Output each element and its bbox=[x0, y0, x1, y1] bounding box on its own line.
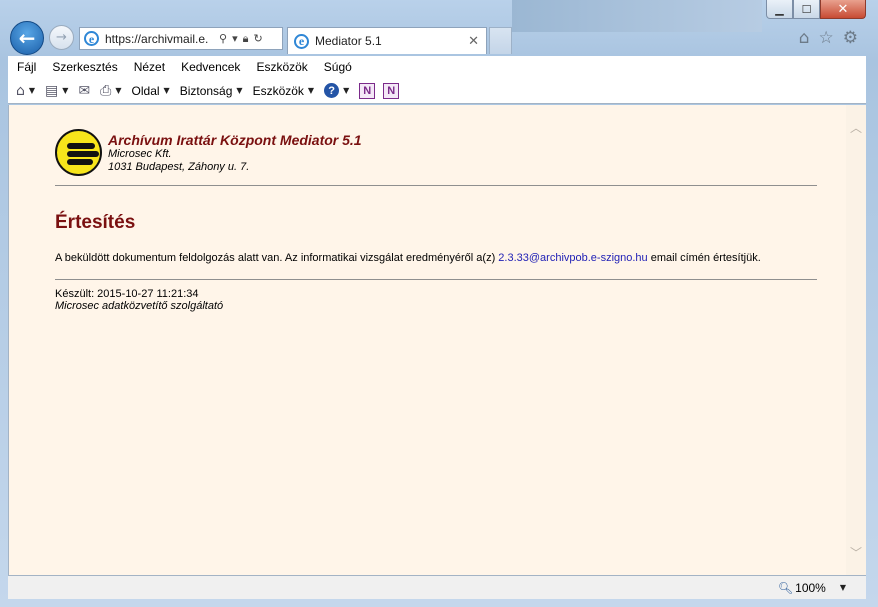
lock-icon[interactable]: 🔒︎ bbox=[243, 32, 249, 46]
safety-menu-label: Biztonság bbox=[179, 83, 233, 98]
microsec-logo bbox=[55, 129, 102, 176]
menu-view[interactable]: Nézet bbox=[126, 60, 173, 74]
address-bar[interactable]: e https://archivmail.e. ⚲ ▾ 🔒︎ ↻ bbox=[79, 27, 283, 50]
caret-icon: ▼ bbox=[343, 86, 350, 95]
help-icon: ? bbox=[324, 83, 340, 98]
menu-edit[interactable]: Szerkesztés bbox=[44, 60, 125, 74]
rss-icon: ▤ bbox=[45, 82, 59, 99]
browser-right-icons: ⌂ ☆ ⚙ bbox=[799, 28, 858, 48]
scroll-up-icon[interactable]: ︿ bbox=[850, 119, 862, 136]
header-text: Archívum Irattár Központ Mediator 5.1 Mi… bbox=[108, 129, 362, 174]
email-link[interactable]: 2.3.33@archivpob.e-szigno.hu bbox=[498, 252, 647, 264]
refresh-icon[interactable]: ↻ bbox=[253, 32, 262, 46]
search-icon[interactable]: ⚲ bbox=[219, 32, 227, 46]
company-address: 1031 Budapest, Záhony u. 7. bbox=[108, 161, 250, 173]
onenote-linked-icon[interactable]: N bbox=[383, 82, 400, 99]
zoom-icon: 🔍︎ bbox=[777, 580, 794, 595]
caret-icon: ▼ bbox=[236, 86, 243, 95]
menu-file[interactable]: Fájl bbox=[9, 60, 44, 74]
menu-bar: Fájl Szerkesztés Nézet Kedvencek Eszközö… bbox=[8, 56, 866, 78]
tab-favicon-icon: e bbox=[294, 33, 309, 49]
address-bar-icons: ⚲ ▾ 🔒︎ ↻ bbox=[219, 32, 263, 46]
message-text: A beküldött dokumentum feldolgozás alatt… bbox=[55, 252, 499, 264]
divider bbox=[55, 185, 817, 186]
company-name: Microsec Kft. bbox=[108, 148, 172, 160]
printer-icon: ⎙ bbox=[100, 82, 112, 99]
star-icon[interactable]: ☆ bbox=[819, 28, 834, 48]
page-menu[interactable]: Oldal ▼ bbox=[132, 84, 170, 98]
onenote-icon[interactable]: N bbox=[359, 82, 376, 99]
page-menu-label: Oldal bbox=[131, 83, 160, 98]
caret-icon: ▼ bbox=[839, 583, 846, 592]
divider bbox=[55, 279, 817, 280]
desktop-background bbox=[512, 0, 762, 32]
print-command[interactable]: ⎙ ▼ bbox=[100, 83, 121, 99]
tools-menu[interactable]: Eszközök ▼ bbox=[253, 84, 315, 98]
zoom-level: 100% bbox=[795, 580, 826, 595]
gear-icon[interactable]: ⚙ bbox=[843, 28, 858, 48]
page-content: Archívum Irattár Központ Mediator 5.1 Mi… bbox=[55, 129, 817, 312]
mail-icon: ✉ bbox=[78, 82, 91, 99]
vertical-scrollbar[interactable]: ︿ ﹀ bbox=[846, 105, 866, 575]
zoom-control[interactable]: 🔍︎ 100% ▼ bbox=[778, 581, 846, 595]
tab-mediator[interactable]: e Mediator 5.1 ✕ bbox=[287, 27, 487, 54]
url-text[interactable]: https://archivmail.e. bbox=[105, 32, 215, 46]
menu-favorites[interactable]: Kedvencek bbox=[173, 60, 248, 74]
page-title: Értesítés bbox=[55, 212, 136, 233]
tab-title: Mediator 5.1 bbox=[315, 34, 382, 48]
caret-icon: ▼ bbox=[62, 86, 69, 95]
tools-menu-label: Eszközök bbox=[252, 83, 304, 98]
new-tab-button[interactable] bbox=[489, 27, 512, 54]
menu-tools[interactable]: Eszközök bbox=[248, 60, 315, 74]
command-bar: ⌂ ▼ ▤ ▼ ✉ ⎙ ▼ Oldal ▼ Biztonság ▼ Eszközök ▼ ?… bbox=[8, 78, 866, 104]
home-icon[interactable]: ⌂ bbox=[799, 28, 810, 48]
close-button[interactable]: ✕ bbox=[820, 0, 866, 19]
title-bar: ▁ ☐ ✕ ← → e https://archivmail.e. ⚲ ▾ 🔒︎… bbox=[0, 0, 878, 56]
caret-icon: ▼ bbox=[163, 86, 170, 95]
minimize-button[interactable]: ▁ bbox=[766, 0, 793, 19]
window-controls: ▁ ☐ ✕ bbox=[766, 0, 866, 19]
home-icon: ⌂ bbox=[16, 82, 25, 99]
help-command[interactable]: ? ▼ bbox=[324, 83, 349, 98]
forward-arrow-icon: → bbox=[56, 30, 67, 45]
mail-command[interactable]: ✉ bbox=[78, 83, 90, 99]
created-timestamp: Készült: 2015-10-27 11:21:34 bbox=[55, 288, 199, 300]
app-title: Archívum Irattár Központ Mediator 5.1 bbox=[108, 132, 362, 148]
back-button[interactable]: ← bbox=[10, 21, 44, 55]
tab-close-icon[interactable]: ✕ bbox=[468, 34, 486, 49]
browser-window: ▁ ☐ ✕ ← → e https://archivmail.e. ⚲ ▾ 🔒︎… bbox=[0, 0, 878, 607]
maximize-button[interactable]: ☐ bbox=[793, 0, 820, 19]
caret-icon: ▼ bbox=[28, 86, 36, 95]
dropdown-icon[interactable]: ▾ bbox=[232, 32, 238, 46]
provider-name: Microsec adatközvetítő szolgáltató bbox=[55, 300, 224, 312]
status-bar: 🔍︎ 100% ▼ bbox=[8, 575, 866, 599]
ie-page-icon: e bbox=[84, 31, 99, 46]
feeds-command[interactable]: ▤ ▼ bbox=[45, 83, 68, 99]
back-arrow-icon: ← bbox=[18, 26, 36, 50]
scroll-down-icon[interactable]: ﹀ bbox=[850, 544, 862, 561]
page-header: Archívum Irattár Központ Mediator 5.1 Mi… bbox=[55, 129, 817, 176]
message-text-end: email címén értesítjük. bbox=[647, 252, 761, 264]
forward-button[interactable]: → bbox=[49, 25, 74, 50]
caret-icon: ▼ bbox=[307, 86, 315, 95]
notification-message: A beküldött dokumentum feldolgozás alatt… bbox=[55, 252, 817, 264]
page-viewport: Archívum Irattár Központ Mediator 5.1 Mi… bbox=[8, 105, 866, 575]
menu-help[interactable]: Súgó bbox=[316, 60, 360, 74]
home-command[interactable]: ⌂ ▼ bbox=[16, 83, 35, 99]
safety-menu[interactable]: Biztonság ▼ bbox=[180, 84, 243, 98]
caret-icon: ▼ bbox=[115, 86, 122, 95]
